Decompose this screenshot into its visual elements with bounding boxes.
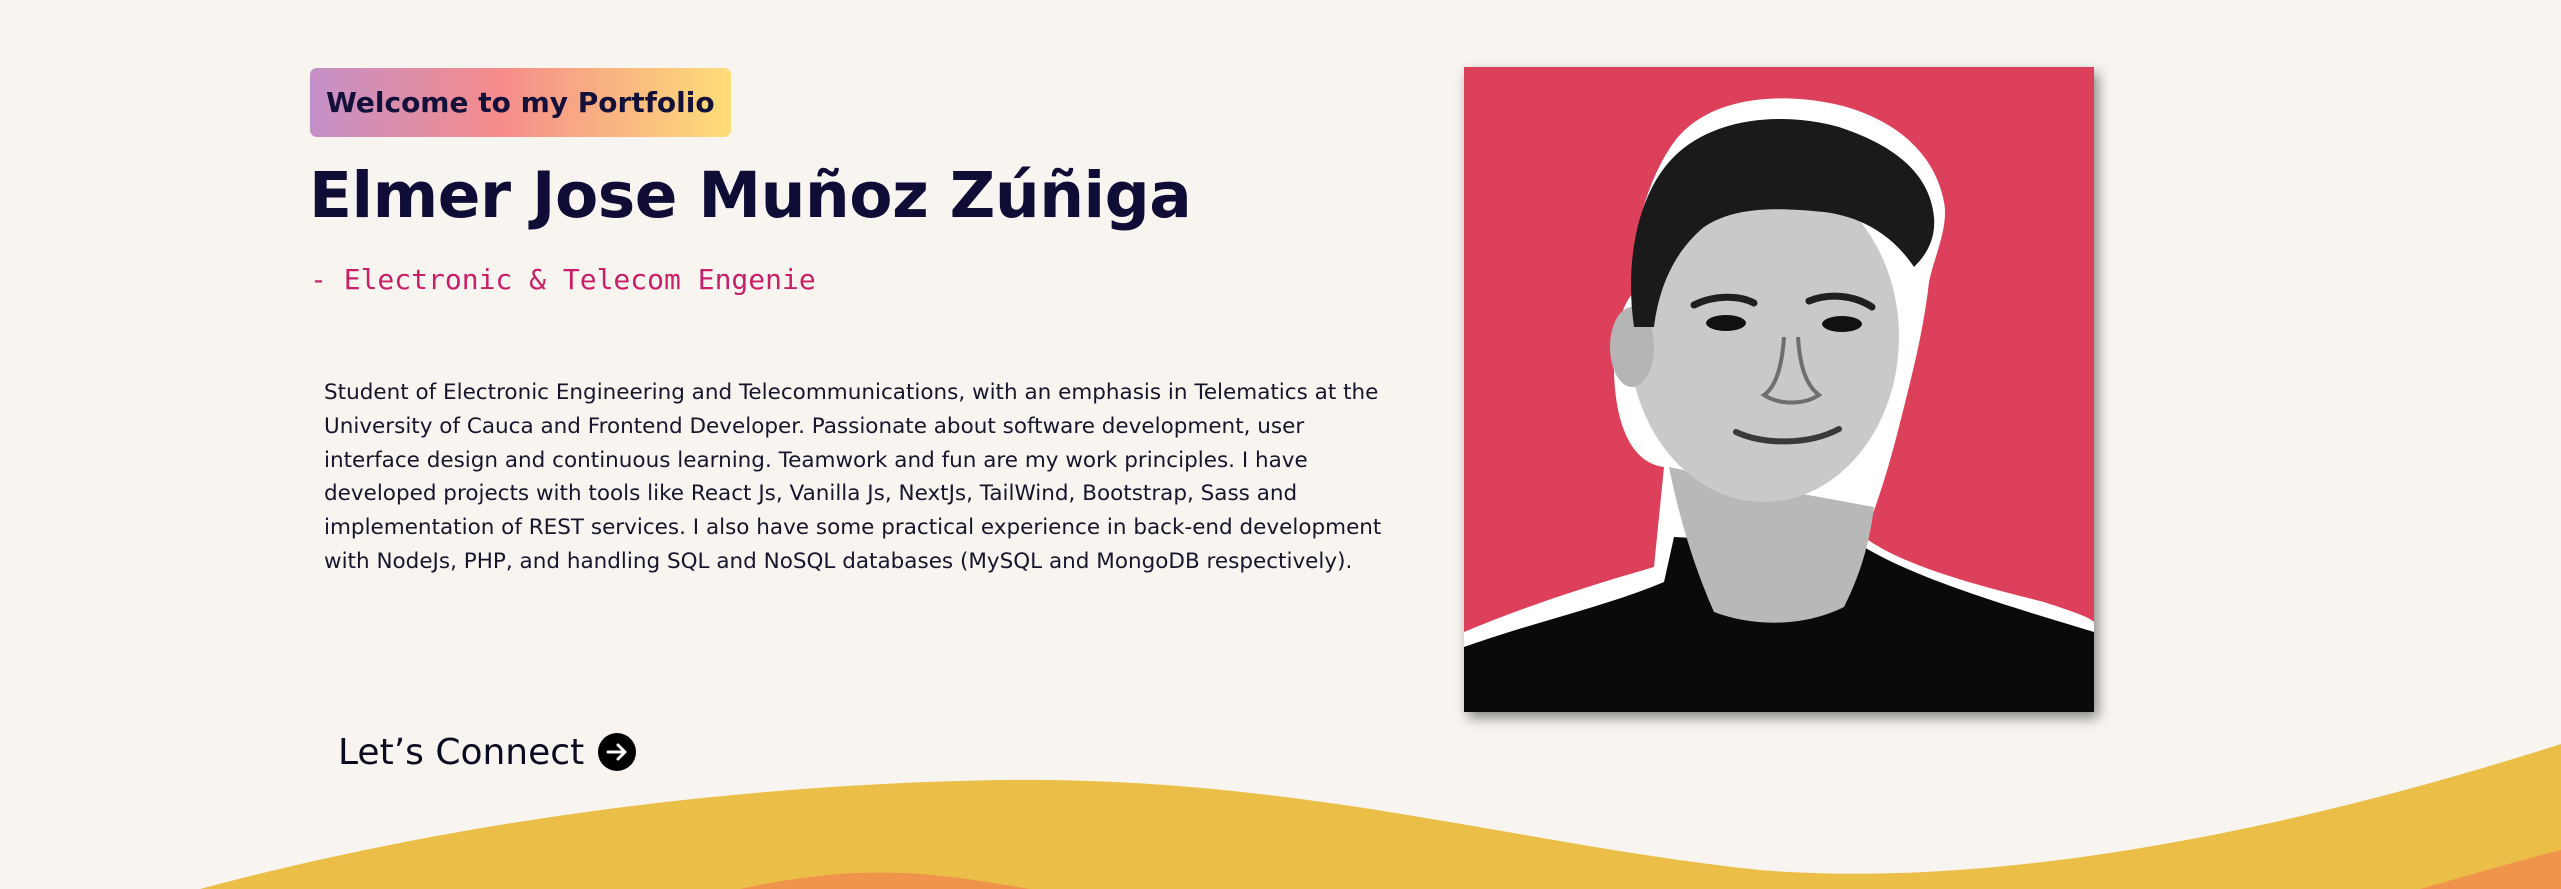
wave-yellow: [200, 744, 2561, 889]
photo-eye-right: [1822, 316, 1862, 332]
profile-name: Elmer Jose Muñoz Zúñiga: [309, 159, 1192, 232]
welcome-badge: Welcome to my Portfolio: [310, 68, 731, 137]
photo-eye-left: [1706, 315, 1746, 331]
welcome-badge-label: Welcome to my Portfolio: [326, 86, 715, 119]
profile-bio: Student of Electronic Engineering and Te…: [324, 380, 1382, 574]
decorative-waves: [0, 700, 2561, 889]
profile-role: - Electronic & Telecom Engenie: [310, 263, 816, 296]
profile-photo: [1464, 67, 2094, 712]
